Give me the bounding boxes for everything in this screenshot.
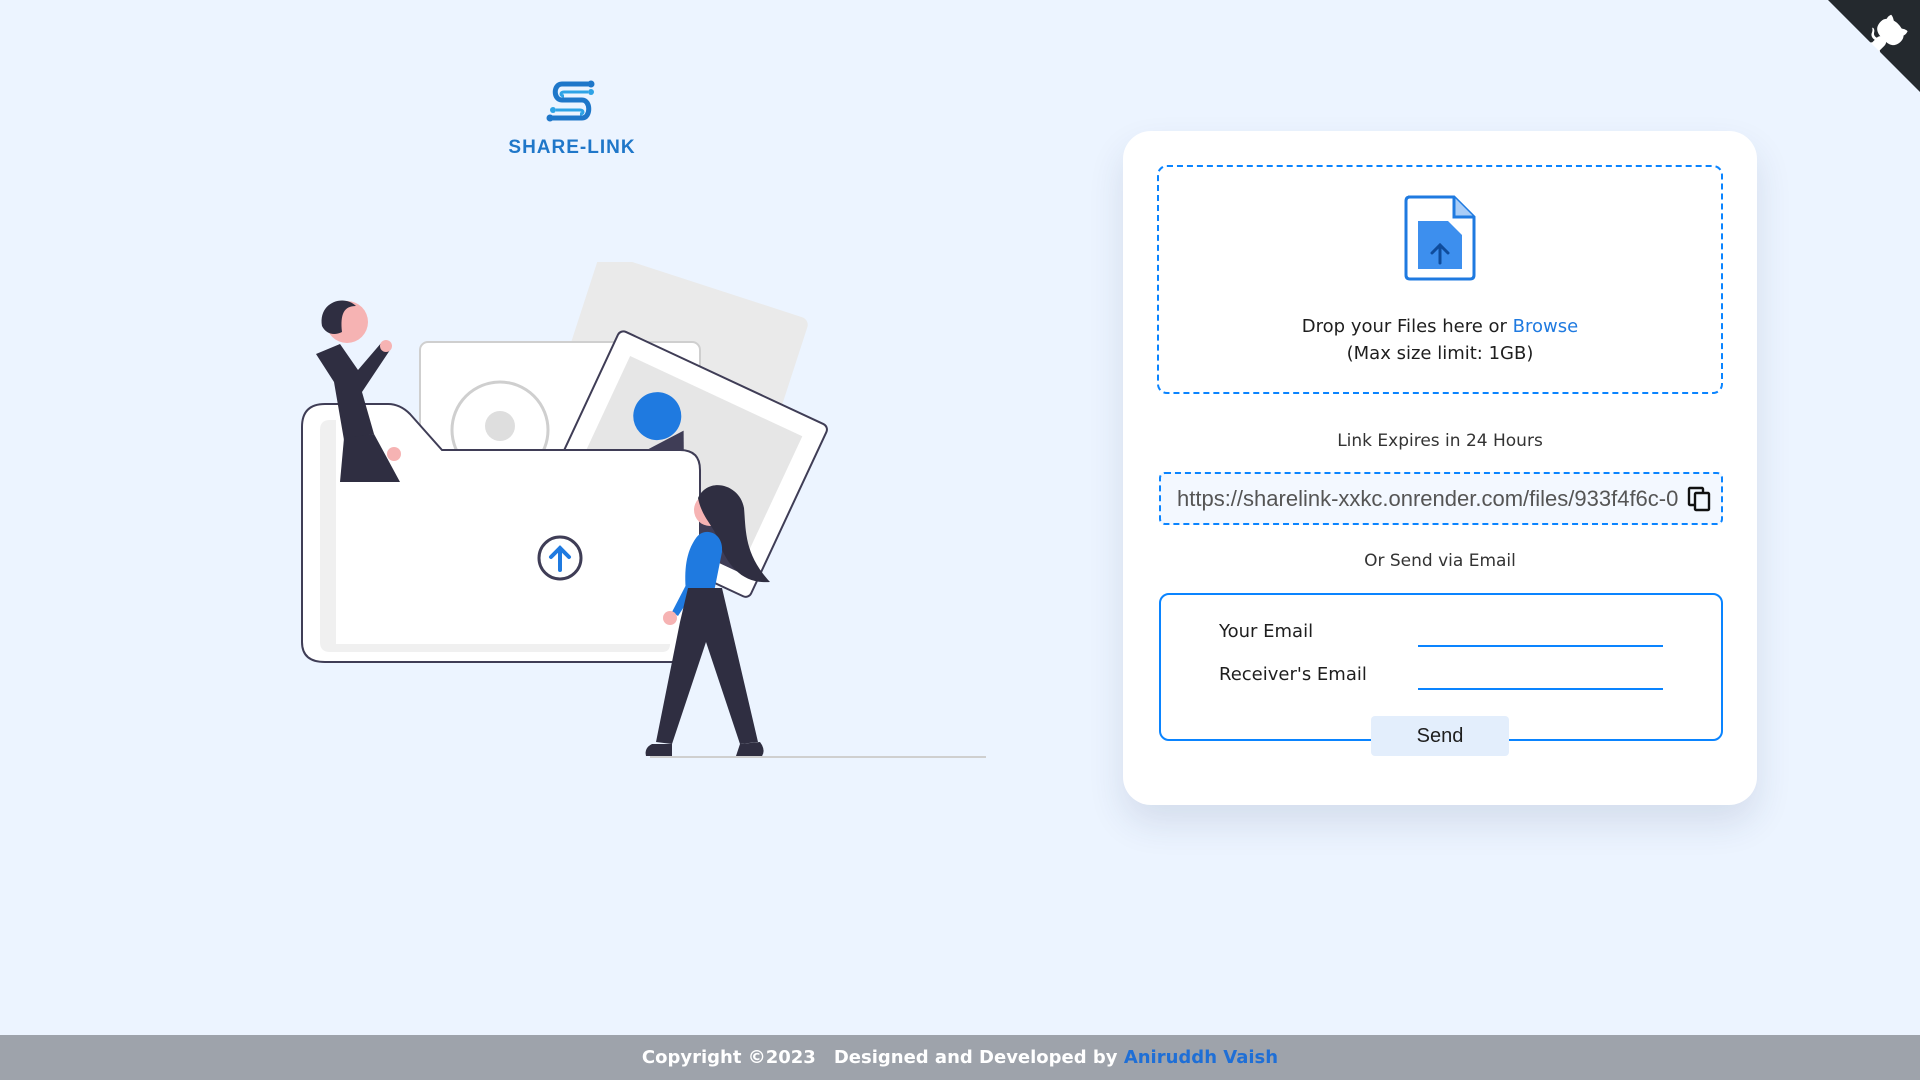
size-limit-text: (Max size limit: 1GB) (1346, 343, 1534, 364)
sender-email-row: Your Email (1219, 617, 1663, 647)
designed-by-text: Designed and Developed by (833, 1047, 1124, 1068)
sender-email-label: Your Email (1219, 621, 1314, 642)
receiver-email-row: Receiver's Email (1219, 660, 1663, 690)
footer: Copyright ©2023 Designed and Developed by… (0, 1035, 1920, 1080)
share-link-box (1159, 472, 1723, 525)
drop-text: Drop your Files here or (1301, 316, 1513, 337)
receiver-email-field[interactable] (1418, 660, 1663, 690)
receiver-email-label: Receiver's Email (1219, 664, 1367, 685)
logo-text: SHARE-LINK (508, 137, 636, 158)
share-link-logo-icon (546, 80, 595, 122)
file-upload-icon (1404, 195, 1476, 281)
sender-email-field[interactable] (1418, 617, 1663, 647)
copy-icon[interactable] (1687, 486, 1711, 512)
drop-instructions: Drop your Files here or Browse (Max size… (1159, 313, 1721, 367)
file-sharing-illustration (301, 262, 986, 758)
github-corner-icon[interactable] (1828, 0, 1920, 92)
copyright-text: Copyright ©2023 (641, 1047, 816, 1068)
brand-logo: SHARE-LINK (492, 76, 652, 159)
author-link[interactable]: Aniruddh Vaish (1124, 1047, 1278, 1068)
link-expiry-text: Link Expires in 24 Hours (1337, 431, 1543, 451)
file-drop-zone[interactable]: Drop your Files here or Browse (Max size… (1157, 165, 1723, 394)
or-send-email-text: Or Send via Email (1364, 551, 1516, 571)
email-form: Your Email Receiver's Email Send (1159, 593, 1723, 756)
browse-link[interactable]: Browse (1513, 316, 1579, 337)
send-button[interactable]: Send (1371, 716, 1509, 756)
share-link-input[interactable] (1177, 474, 1687, 523)
upload-card: Drop your Files here or Browse (Max size… (1123, 131, 1757, 805)
page: SHARE-LINK Drop your Files here or Brows… (0, 0, 1920, 1080)
